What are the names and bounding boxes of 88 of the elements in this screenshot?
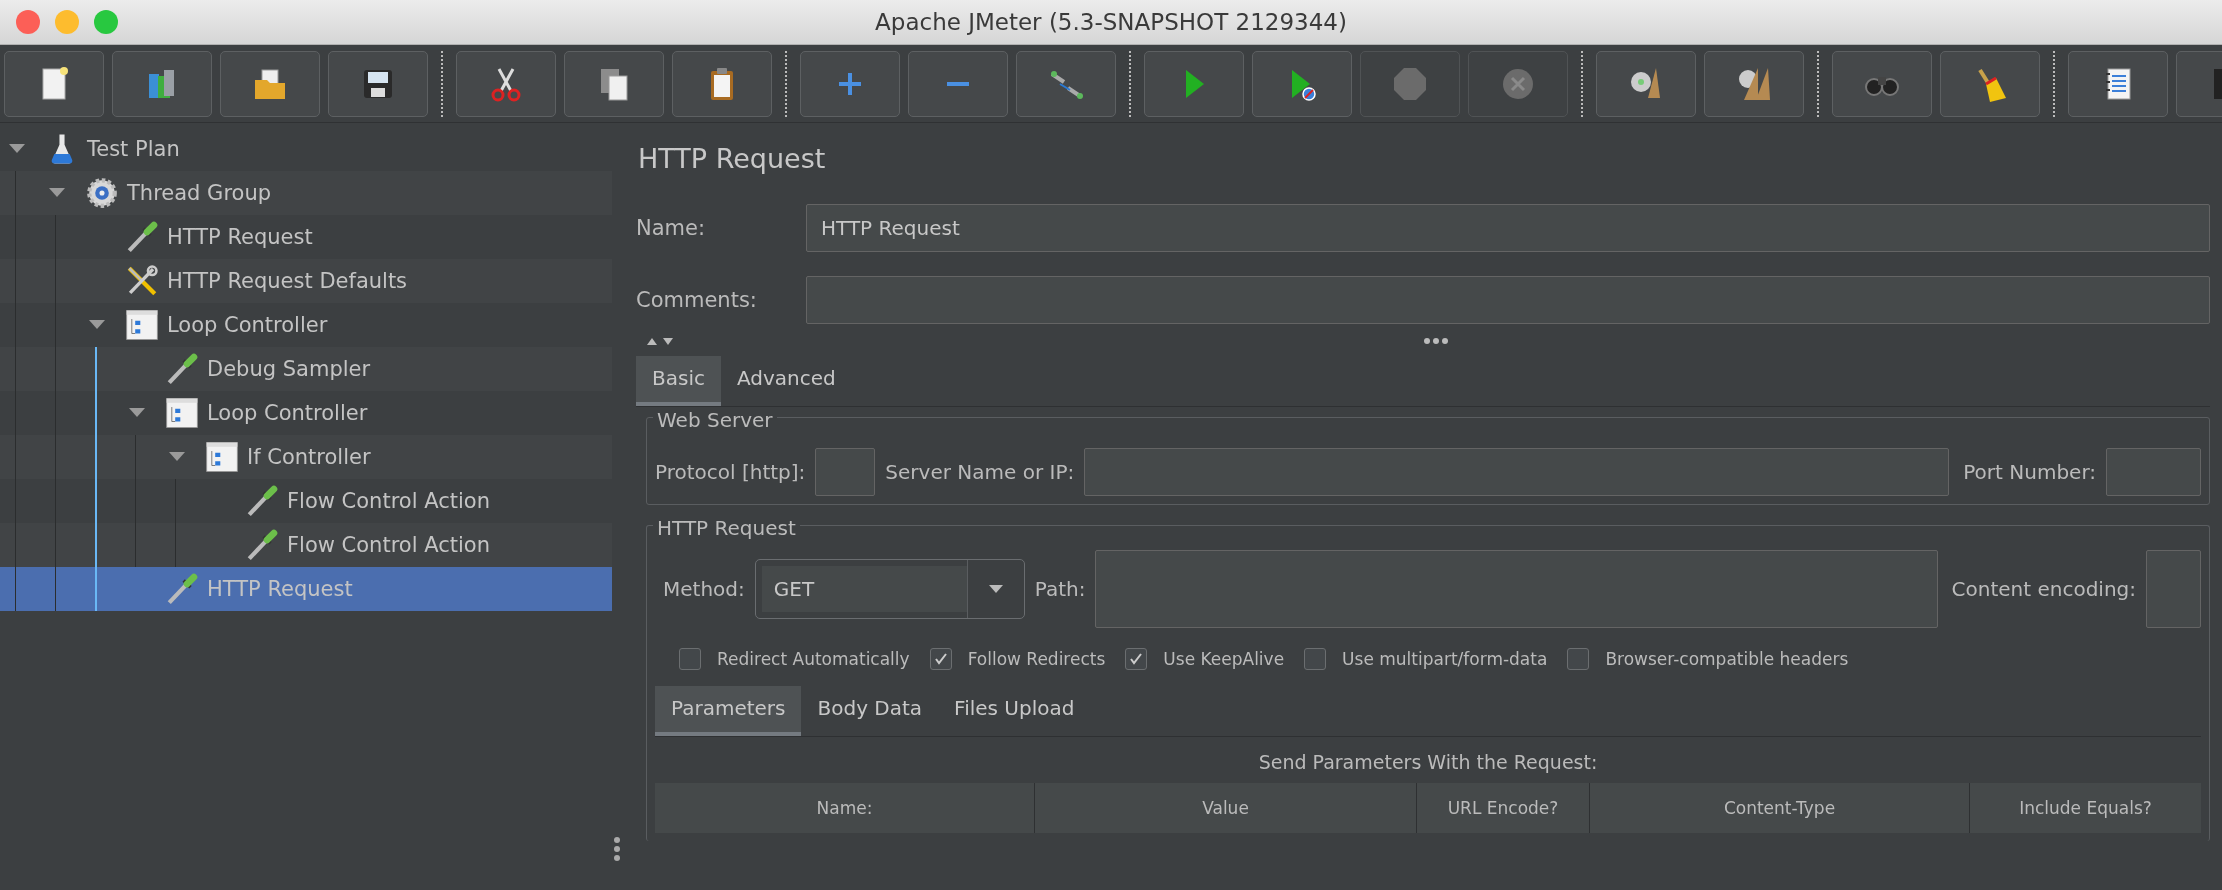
table-caption: Send Parameters With the Request: [1257, 750, 1599, 775]
name-label: Name: [636, 216, 707, 240]
port-field[interactable] [2106, 448, 2201, 496]
column-header[interactable]: Include Equals? [1970, 783, 2201, 833]
tools-icon [125, 264, 159, 298]
window-icon [125, 308, 159, 342]
tree-item-label: Loop Controller [207, 401, 368, 425]
tree-item-label: Loop Controller [167, 313, 328, 337]
gear-icon [85, 176, 119, 210]
path-label: Path: [1034, 577, 1086, 601]
group-title: HTTP Request [653, 518, 800, 538]
clear-button[interactable] [1596, 50, 1696, 117]
reset-search-button[interactable] [1940, 50, 2040, 117]
checkmark-icon [1128, 651, 1145, 667]
pipette-icon [165, 572, 199, 606]
column-header[interactable]: Content-Type [1590, 783, 1970, 833]
search-button[interactable] [1832, 50, 1932, 117]
tree-item-label: Flow Control Action [287, 533, 490, 557]
encoding-field[interactable] [2146, 550, 2201, 628]
splitter-handle-icon[interactable] [613, 836, 621, 862]
copy-button[interactable] [564, 50, 664, 117]
tab[interactable]: Files Upload [938, 686, 1091, 736]
toggle-button[interactable] [1016, 50, 1116, 117]
column-header[interactable]: Value [1035, 783, 1417, 833]
tab[interactable]: Parameters [655, 686, 802, 736]
group-title: Web Server [653, 410, 777, 430]
clear-all-button[interactable] [1704, 50, 1804, 117]
caret-icon [987, 584, 1004, 594]
add-button[interactable] [800, 50, 900, 117]
tree-item-label: HTTP Request Defaults [167, 269, 408, 293]
cut-button[interactable] [456, 50, 556, 117]
tree-item-label: If Controller [247, 445, 371, 469]
tree-item[interactable]: Thread Group [0, 171, 612, 215]
start-button[interactable] [1144, 50, 1244, 117]
option-checkbox[interactable]: Browser-compatible headers [1567, 648, 1849, 670]
templates-button[interactable] [112, 50, 212, 117]
paste-button[interactable] [672, 50, 772, 117]
divider-handle-icon[interactable] [1423, 337, 1449, 345]
save-button[interactable] [328, 50, 428, 117]
pipette-icon [245, 484, 279, 518]
window-icon [205, 440, 239, 474]
column-header[interactable]: URL Encode? [1417, 783, 1590, 833]
tree-item-label: HTTP Request [207, 577, 353, 601]
panel-title: HTTP Request [638, 143, 827, 174]
pipette-icon [245, 528, 279, 562]
tab[interactable]: Advanced [720, 356, 852, 406]
comments-field[interactable] [806, 276, 2210, 324]
collapse-arrows-icon[interactable] [646, 336, 674, 346]
name-field[interactable]: HTTP Request [806, 204, 2210, 252]
server-field[interactable] [1084, 448, 1950, 496]
encoding-label: Content encoding: [1951, 577, 2136, 601]
port-label: Port Number: [1963, 460, 2096, 484]
tree-item-label: Test Plan [87, 137, 180, 161]
tree-item-label: Debug Sampler [207, 357, 371, 381]
option-checkbox[interactable]: Redirect Automatically [679, 648, 910, 670]
tab[interactable]: Body Data [801, 686, 939, 736]
method-dropdown[interactable]: GET [754, 559, 1025, 619]
option-checkbox[interactable]: Use multipart/form-data [1304, 648, 1548, 670]
checkmark-icon [932, 651, 949, 667]
server-label: Server Name or IP: [885, 460, 1075, 484]
option-checkbox[interactable]: Use KeepAlive [1125, 648, 1285, 670]
tab[interactable]: Basic [636, 356, 721, 406]
protocol-label: Protocol [http]: [655, 460, 806, 484]
close-button[interactable] [16, 10, 40, 34]
new-button[interactable] [4, 50, 104, 117]
tree-item[interactable]: If Controller [0, 435, 612, 479]
path-field[interactable] [1095, 550, 1938, 628]
column-header[interactable]: Name: [655, 783, 1035, 833]
window-title: Apache JMeter (5.3-SNAPSHOT 2129344) [875, 9, 1347, 35]
tree-item-label: Flow Control Action [287, 489, 490, 513]
zoom-button[interactable] [94, 10, 118, 34]
window-icon [165, 396, 199, 430]
pipette-icon [165, 352, 199, 386]
tree-item[interactable]: Flow Control Action [0, 523, 612, 567]
start-no-pauses-button[interactable] [1252, 50, 1352, 117]
option-checkbox[interactable]: Follow Redirects [929, 648, 1106, 670]
tree-item-label: Thread Group [127, 181, 272, 205]
minus-icon [947, 81, 969, 86]
comments-label: Comments: [636, 288, 758, 312]
tree-item[interactable]: HTTP Request [0, 567, 612, 611]
method-label: Method: [663, 577, 745, 601]
tree-item-label: HTTP Request [167, 225, 313, 249]
tree-item[interactable]: HTTP Request Defaults [0, 259, 612, 303]
pipette-icon [125, 220, 159, 254]
open-button[interactable] [220, 50, 320, 117]
tree-item[interactable]: Debug Sampler [0, 347, 612, 391]
function-helper-button[interactable] [2068, 50, 2168, 117]
protocol-field[interactable] [815, 448, 876, 496]
